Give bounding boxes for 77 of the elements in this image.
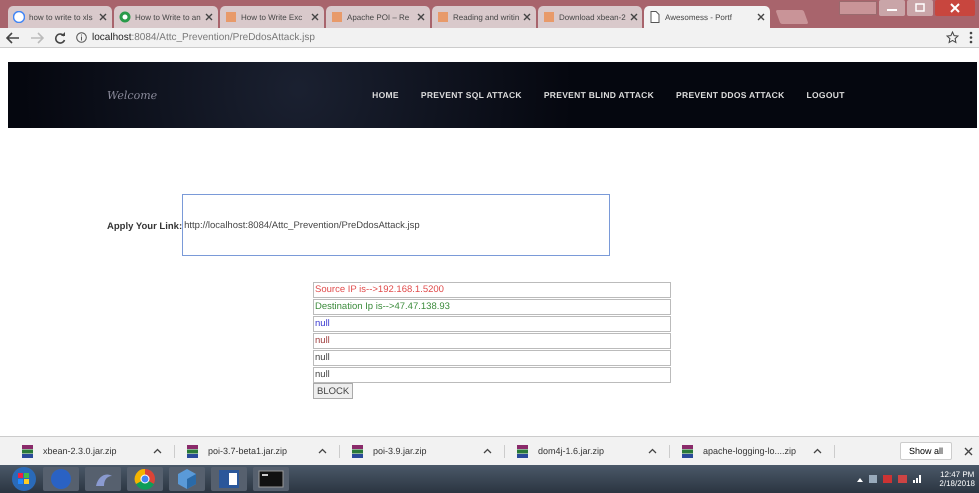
start-icon[interactable]	[10, 466, 38, 492]
close-icon[interactable]	[99, 13, 107, 21]
close-icon[interactable]	[523, 13, 532, 21]
close-icon[interactable]	[630, 13, 638, 21]
close-icon[interactable]	[311, 13, 319, 21]
tab-title: Download xbean-2	[559, 12, 626, 22]
download-item[interactable]: poi-3.9.jar.zip	[352, 444, 505, 458]
close-icon[interactable]	[935, 0, 975, 16]
reload-icon[interactable]	[54, 32, 66, 44]
archive-icon	[682, 444, 693, 458]
caret-icon[interactable]	[318, 448, 327, 454]
file-name: dom4j-1.6.jar.zip	[538, 446, 606, 456]
tab-title: Apache POI – Re	[347, 12, 410, 22]
nav-link[interactable]: PREVENT BLIND ATTACK	[544, 90, 654, 100]
result-field: null	[313, 367, 671, 383]
caret-icon[interactable]	[648, 448, 657, 454]
archive-icon	[22, 444, 33, 458]
circle-logo-icon	[119, 11, 131, 23]
link-label: Apply Your Link:	[107, 221, 182, 232]
caret-icon[interactable]	[153, 448, 162, 454]
tab-title: how to write to xls	[29, 12, 94, 22]
download-item[interactable]: poi-3.7-beta1.jar.zip	[187, 444, 340, 458]
close-icon[interactable]	[205, 13, 213, 21]
block-button[interactable]: BLOCK	[313, 383, 354, 399]
archive-icon	[517, 444, 528, 458]
archive-icon	[352, 444, 363, 458]
info-icon	[76, 32, 87, 43]
brand-text: Welcome	[107, 88, 158, 102]
download-item[interactable]: xbean-2.3.0.jar.zip	[22, 444, 175, 458]
show-all-button[interactable]: Show all	[900, 442, 952, 460]
caret-icon[interactable]	[483, 448, 492, 454]
terminal-icon[interactable]	[252, 466, 290, 492]
menu-icon[interactable]	[969, 31, 973, 44]
clock-time[interactable]: 12:47 PM	[940, 470, 974, 479]
file-name: poi-3.7-beta1.jar.zip	[208, 446, 288, 456]
browser-tab[interactable]: Reading and writin	[432, 6, 536, 28]
nav-link[interactable]: PREVENT SQL ATTACK	[420, 90, 522, 100]
result-field: null	[313, 333, 671, 349]
archive-icon	[187, 444, 198, 458]
document-icon	[437, 11, 449, 23]
chrome-icon[interactable]	[126, 466, 164, 492]
download-item[interactable]: dom4j-1.6.jar.zip	[517, 444, 670, 458]
browser-tab[interactable]: How to Write to an	[114, 6, 218, 28]
document-icon	[543, 11, 555, 23]
word-icon[interactable]	[210, 466, 248, 492]
close-icon[interactable]	[417, 13, 425, 21]
close-icon[interactable]	[964, 446, 973, 456]
browser-tab[interactable]: Download xbean-2	[538, 6, 642, 28]
clock-date[interactable]: 2/18/2018	[939, 479, 975, 488]
close-icon[interactable]	[757, 13, 765, 21]
cube-icon[interactable]	[168, 466, 206, 492]
file-name: apache-logging-lo....zip	[703, 446, 798, 456]
caret-icon[interactable]	[813, 448, 822, 454]
result-field: null	[313, 350, 671, 366]
result-field: null	[313, 316, 671, 332]
browser-tab[interactable]: How to Write Exc	[220, 6, 324, 28]
star-icon[interactable]	[946, 31, 959, 44]
link-field[interactable]: http://localhost:8084/Attc_Prevention/PreDdosAttack.jsp	[182, 194, 610, 256]
download-item[interactable]: apache-logging-lo....zip	[682, 444, 835, 458]
tab-title: How to Write to an	[135, 12, 201, 22]
result-field: Source IP is-->192.168.1.5200	[313, 282, 671, 298]
result-field: Destination Ip is-->47.47.138.93	[313, 299, 671, 315]
nav-link[interactable]: HOME	[372, 90, 399, 100]
nav-link[interactable]: LOGOUT	[806, 90, 845, 100]
document-icon	[331, 11, 343, 23]
file-name: xbean-2.3.0.jar.zip	[43, 446, 118, 456]
tab-title: Awesomess - Portf	[665, 12, 733, 22]
tab-title: Reading and writin	[453, 12, 520, 22]
back-icon[interactable]	[6, 32, 20, 44]
file-name: poi-3.9.jar.zip	[373, 446, 428, 456]
browser-tab[interactable]: how to write to xls	[8, 6, 112, 28]
browser-tab[interactable]: Apache POI – Re	[326, 6, 430, 28]
browser-tab[interactable]: Awesomess - Portf	[644, 6, 770, 28]
document-icon	[225, 11, 237, 23]
tab-title: How to Write Exc	[241, 12, 304, 22]
page-icon	[649, 11, 661, 23]
nav-link[interactable]: PREVENT DDOS ATTACK	[676, 90, 785, 100]
